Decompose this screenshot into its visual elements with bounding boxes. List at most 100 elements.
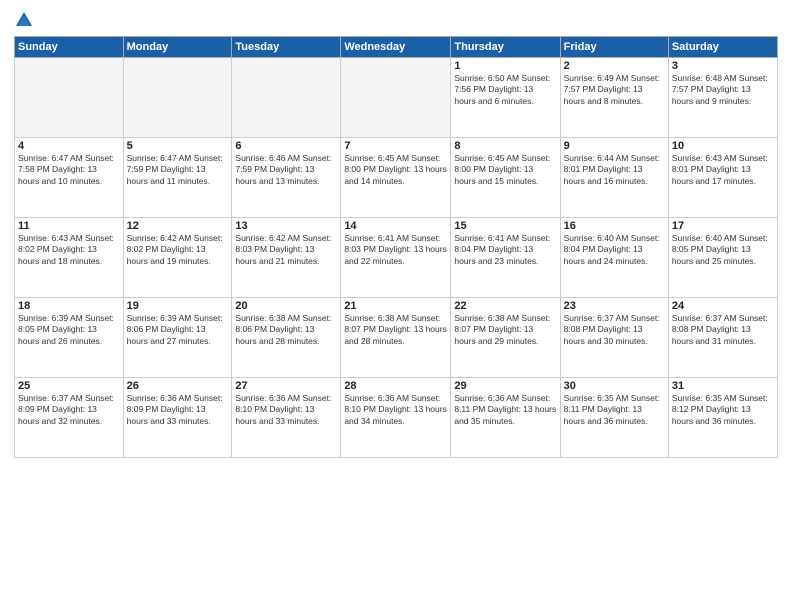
calendar-cell: 6Sunrise: 6:46 AM Sunset: 7:59 PM Daylig… xyxy=(232,138,341,218)
calendar-week-4: 18Sunrise: 6:39 AM Sunset: 8:05 PM Dayli… xyxy=(15,298,778,378)
day-info: Sunrise: 6:40 AM Sunset: 8:04 PM Dayligh… xyxy=(564,233,665,267)
calendar-cell xyxy=(123,58,232,138)
day-number: 20 xyxy=(235,300,337,312)
day-number: 14 xyxy=(344,220,447,232)
calendar-cell: 22Sunrise: 6:38 AM Sunset: 8:07 PM Dayli… xyxy=(451,298,560,378)
calendar-header-thursday: Thursday xyxy=(451,37,560,58)
calendar-cell: 26Sunrise: 6:36 AM Sunset: 8:09 PM Dayli… xyxy=(123,378,232,458)
calendar-cell: 20Sunrise: 6:38 AM Sunset: 8:06 PM Dayli… xyxy=(232,298,341,378)
calendar-cell: 16Sunrise: 6:40 AM Sunset: 8:04 PM Dayli… xyxy=(560,218,668,298)
calendar-week-2: 4Sunrise: 6:47 AM Sunset: 7:58 PM Daylig… xyxy=(15,138,778,218)
calendar-cell: 17Sunrise: 6:40 AM Sunset: 8:05 PM Dayli… xyxy=(668,218,777,298)
calendar-week-1: 1Sunrise: 6:50 AM Sunset: 7:56 PM Daylig… xyxy=(15,58,778,138)
day-info: Sunrise: 6:36 AM Sunset: 8:10 PM Dayligh… xyxy=(344,393,447,427)
day-info: Sunrise: 6:37 AM Sunset: 8:09 PM Dayligh… xyxy=(18,393,120,427)
day-info: Sunrise: 6:44 AM Sunset: 8:01 PM Dayligh… xyxy=(564,153,665,187)
calendar-cell xyxy=(232,58,341,138)
calendar-cell: 8Sunrise: 6:45 AM Sunset: 8:00 PM Daylig… xyxy=(451,138,560,218)
calendar-header-friday: Friday xyxy=(560,37,668,58)
day-number: 19 xyxy=(127,300,229,312)
day-info: Sunrise: 6:39 AM Sunset: 8:05 PM Dayligh… xyxy=(18,313,120,347)
calendar-cell: 30Sunrise: 6:35 AM Sunset: 8:11 PM Dayli… xyxy=(560,378,668,458)
calendar-cell xyxy=(15,58,124,138)
day-info: Sunrise: 6:41 AM Sunset: 8:03 PM Dayligh… xyxy=(344,233,447,267)
day-number: 29 xyxy=(454,380,556,392)
day-number: 6 xyxy=(235,140,337,152)
calendar-table: SundayMondayTuesdayWednesdayThursdayFrid… xyxy=(14,36,778,458)
calendar-cell: 14Sunrise: 6:41 AM Sunset: 8:03 PM Dayli… xyxy=(341,218,451,298)
calendar-cell: 29Sunrise: 6:36 AM Sunset: 8:11 PM Dayli… xyxy=(451,378,560,458)
calendar-cell: 5Sunrise: 6:47 AM Sunset: 7:59 PM Daylig… xyxy=(123,138,232,218)
day-number: 28 xyxy=(344,380,447,392)
day-number: 4 xyxy=(18,140,120,152)
calendar-cell: 4Sunrise: 6:47 AM Sunset: 7:58 PM Daylig… xyxy=(15,138,124,218)
calendar-cell: 15Sunrise: 6:41 AM Sunset: 8:04 PM Dayli… xyxy=(451,218,560,298)
day-number: 15 xyxy=(454,220,556,232)
day-info: Sunrise: 6:41 AM Sunset: 8:04 PM Dayligh… xyxy=(454,233,556,267)
day-number: 8 xyxy=(454,140,556,152)
day-number: 23 xyxy=(564,300,665,312)
day-info: Sunrise: 6:38 AM Sunset: 8:07 PM Dayligh… xyxy=(454,313,556,347)
day-number: 2 xyxy=(564,60,665,72)
calendar-header-wednesday: Wednesday xyxy=(341,37,451,58)
day-info: Sunrise: 6:47 AM Sunset: 7:59 PM Dayligh… xyxy=(127,153,229,187)
day-info: Sunrise: 6:37 AM Sunset: 8:08 PM Dayligh… xyxy=(564,313,665,347)
day-info: Sunrise: 6:38 AM Sunset: 8:07 PM Dayligh… xyxy=(344,313,447,347)
day-number: 3 xyxy=(672,60,774,72)
day-info: Sunrise: 6:40 AM Sunset: 8:05 PM Dayligh… xyxy=(672,233,774,267)
day-number: 7 xyxy=(344,140,447,152)
calendar-cell: 31Sunrise: 6:35 AM Sunset: 8:12 PM Dayli… xyxy=(668,378,777,458)
day-info: Sunrise: 6:47 AM Sunset: 7:58 PM Dayligh… xyxy=(18,153,120,187)
day-info: Sunrise: 6:42 AM Sunset: 8:03 PM Dayligh… xyxy=(235,233,337,267)
day-number: 11 xyxy=(18,220,120,232)
calendar-header-monday: Monday xyxy=(123,37,232,58)
calendar-header-sunday: Sunday xyxy=(15,37,124,58)
day-info: Sunrise: 6:38 AM Sunset: 8:06 PM Dayligh… xyxy=(235,313,337,347)
day-number: 27 xyxy=(235,380,337,392)
day-info: Sunrise: 6:42 AM Sunset: 8:02 PM Dayligh… xyxy=(127,233,229,267)
calendar-cell: 10Sunrise: 6:43 AM Sunset: 8:01 PM Dayli… xyxy=(668,138,777,218)
day-info: Sunrise: 6:45 AM Sunset: 8:00 PM Dayligh… xyxy=(344,153,447,187)
day-info: Sunrise: 6:50 AM Sunset: 7:56 PM Dayligh… xyxy=(454,73,556,107)
calendar-header-row: SundayMondayTuesdayWednesdayThursdayFrid… xyxy=(15,37,778,58)
calendar-week-3: 11Sunrise: 6:43 AM Sunset: 8:02 PM Dayli… xyxy=(15,218,778,298)
calendar-cell: 18Sunrise: 6:39 AM Sunset: 8:05 PM Dayli… xyxy=(15,298,124,378)
day-info: Sunrise: 6:36 AM Sunset: 8:11 PM Dayligh… xyxy=(454,393,556,427)
calendar-cell: 7Sunrise: 6:45 AM Sunset: 8:00 PM Daylig… xyxy=(341,138,451,218)
day-number: 18 xyxy=(18,300,120,312)
calendar-cell: 19Sunrise: 6:39 AM Sunset: 8:06 PM Dayli… xyxy=(123,298,232,378)
day-number: 12 xyxy=(127,220,229,232)
day-number: 9 xyxy=(564,140,665,152)
day-number: 5 xyxy=(127,140,229,152)
calendar-week-5: 25Sunrise: 6:37 AM Sunset: 8:09 PM Dayli… xyxy=(15,378,778,458)
day-info: Sunrise: 6:45 AM Sunset: 8:00 PM Dayligh… xyxy=(454,153,556,187)
logo xyxy=(14,10,38,30)
day-number: 21 xyxy=(344,300,447,312)
day-number: 10 xyxy=(672,140,774,152)
calendar-cell: 1Sunrise: 6:50 AM Sunset: 7:56 PM Daylig… xyxy=(451,58,560,138)
calendar-cell xyxy=(341,58,451,138)
day-info: Sunrise: 6:39 AM Sunset: 8:06 PM Dayligh… xyxy=(127,313,229,347)
day-number: 1 xyxy=(454,60,556,72)
day-number: 24 xyxy=(672,300,774,312)
day-info: Sunrise: 6:35 AM Sunset: 8:11 PM Dayligh… xyxy=(564,393,665,427)
calendar-cell: 9Sunrise: 6:44 AM Sunset: 8:01 PM Daylig… xyxy=(560,138,668,218)
calendar-header-saturday: Saturday xyxy=(668,37,777,58)
day-info: Sunrise: 6:36 AM Sunset: 8:09 PM Dayligh… xyxy=(127,393,229,427)
calendar-cell: 24Sunrise: 6:37 AM Sunset: 8:08 PM Dayli… xyxy=(668,298,777,378)
day-number: 25 xyxy=(18,380,120,392)
day-info: Sunrise: 6:36 AM Sunset: 8:10 PM Dayligh… xyxy=(235,393,337,427)
calendar-cell: 12Sunrise: 6:42 AM Sunset: 8:02 PM Dayli… xyxy=(123,218,232,298)
page: SundayMondayTuesdayWednesdayThursdayFrid… xyxy=(0,0,792,612)
day-number: 22 xyxy=(454,300,556,312)
calendar-cell: 3Sunrise: 6:48 AM Sunset: 7:57 PM Daylig… xyxy=(668,58,777,138)
day-number: 31 xyxy=(672,380,774,392)
calendar-header-tuesday: Tuesday xyxy=(232,37,341,58)
day-number: 17 xyxy=(672,220,774,232)
day-info: Sunrise: 6:43 AM Sunset: 8:02 PM Dayligh… xyxy=(18,233,120,267)
day-info: Sunrise: 6:46 AM Sunset: 7:59 PM Dayligh… xyxy=(235,153,337,187)
day-number: 30 xyxy=(564,380,665,392)
calendar-cell: 21Sunrise: 6:38 AM Sunset: 8:07 PM Dayli… xyxy=(341,298,451,378)
header xyxy=(14,10,778,30)
logo-icon xyxy=(14,10,34,30)
